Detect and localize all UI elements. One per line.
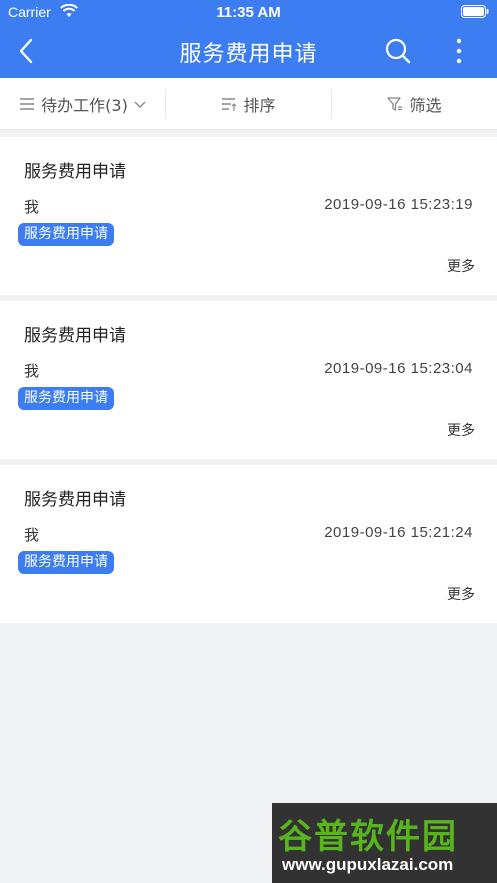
card-time: 2019-09-16 15:21:24 — [324, 524, 473, 541]
card-tag: 服务费用申请 — [18, 223, 114, 246]
card-title: 服务费用申请 — [24, 490, 126, 510]
filter-bar: 待办工作(3) 排序 筛选 — [0, 78, 497, 130]
sort-icon — [222, 98, 237, 111]
watermark: 谷普软件园 www.gupuxlazai.com — [272, 803, 497, 883]
list-item[interactable]: 服务费用申请 我 2019-09-16 15:21:24 服务费用申请 更多 — [0, 465, 497, 623]
card-title: 服务费用申请 — [24, 326, 126, 346]
chevron-down-icon — [134, 101, 146, 108]
list-item[interactable]: 服务费用申请 我 2019-09-16 15:23:04 服务费用申请 更多 — [0, 301, 497, 459]
list-item[interactable]: 服务费用申请 我 2019-09-16 15:23:19 服务费用申请 更多 — [0, 137, 497, 295]
nav-bar: 服务费用申请 — [0, 26, 497, 78]
page-title: 服务费用申请 — [179, 42, 318, 67]
sort-label: 排序 — [243, 96, 276, 115]
status-time: 11:35 AM — [216, 4, 281, 21]
filter-todo-dropdown[interactable]: 待办工作(3) — [0, 78, 165, 130]
filter-button[interactable]: 筛选 — [332, 78, 497, 130]
watermark-title: 谷普软件园 — [278, 817, 458, 857]
card-title: 服务费用申请 — [24, 162, 126, 182]
filter-label: 筛选 — [409, 96, 442, 115]
more-options-icon[interactable] — [450, 36, 468, 66]
card-user: 我 — [24, 362, 40, 380]
filter-todo-label: 待办工作(3) — [41, 96, 128, 115]
watermark-url: www.gupuxlazai.com — [282, 855, 454, 874]
more-link[interactable]: 更多 — [447, 256, 475, 276]
sort-button[interactable]: 排序 — [166, 78, 331, 130]
card-user: 我 — [24, 198, 40, 216]
card-time: 2019-09-16 15:23:19 — [324, 196, 473, 213]
list-icon — [20, 98, 35, 110]
more-link[interactable]: 更多 — [447, 420, 475, 440]
filter-icon — [387, 97, 403, 111]
search-icon[interactable] — [384, 37, 412, 65]
battery-icon — [461, 5, 489, 18]
card-time: 2019-09-16 15:23:04 — [324, 360, 473, 377]
status-bar: Carrier 11:35 AM — [0, 0, 497, 26]
card-user: 我 — [24, 526, 40, 544]
more-link[interactable]: 更多 — [447, 584, 475, 604]
card-tag: 服务费用申请 — [18, 551, 114, 574]
card-tag: 服务费用申请 — [18, 387, 114, 410]
app-header: Carrier 11:35 AM 服务费用申请 — [0, 0, 497, 78]
